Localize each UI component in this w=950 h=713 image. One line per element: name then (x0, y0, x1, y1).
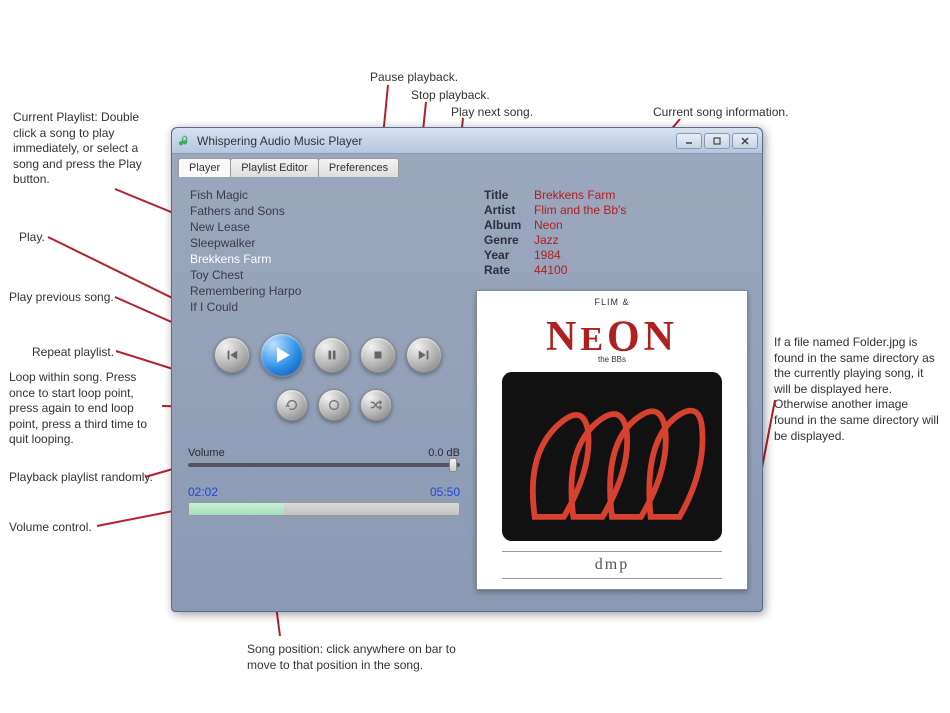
time-total: 05:50 (430, 485, 460, 499)
info-rate-label: Rate (484, 263, 524, 277)
info-album: Neon (534, 218, 563, 232)
album-brand-main: NEON (546, 313, 678, 361)
album-label-brand: dmp (595, 556, 629, 574)
volume-thumb[interactable] (449, 458, 457, 472)
annotation-pause: Pause playback. (370, 70, 458, 86)
playlist-item[interactable]: Fathers and Sons (190, 203, 458, 219)
info-year: 1984 (534, 248, 561, 262)
playlist-item[interactable]: New Lease (190, 219, 458, 235)
volume-slider[interactable] (188, 463, 460, 467)
previous-button[interactable] (214, 337, 250, 373)
annotation-random: Playback playlist randomly. (9, 470, 153, 486)
playlist-item[interactable]: Remembering Harpo (190, 283, 458, 299)
time-elapsed: 02:02 (188, 485, 218, 499)
playlist-item[interactable]: Sleepwalker (190, 235, 458, 251)
tab-bar: Player Playlist Editor Preferences (178, 158, 762, 177)
close-button[interactable] (732, 133, 758, 149)
app-window: Whispering Audio Music Player Player Pla… (171, 127, 763, 612)
info-genre-label: Genre (484, 233, 524, 247)
window-title: Whispering Audio Music Player (197, 134, 676, 148)
shuffle-button[interactable] (360, 389, 392, 421)
loop-button[interactable] (318, 389, 350, 421)
annotation-play: Play. (19, 230, 45, 246)
play-button[interactable] (260, 333, 304, 377)
annotation-current-song-info: Current song information. (653, 105, 788, 121)
annotation-next: Play next song. (451, 105, 533, 121)
song-info: Title Brekkens Farm Artist Flim and the Bb… (476, 183, 756, 282)
progress-bar[interactable] (188, 502, 460, 516)
volume-label: Volume (188, 447, 225, 459)
info-artist: Flim and the Bb's (534, 203, 626, 217)
titlebar[interactable]: Whispering Audio Music Player (172, 128, 762, 154)
annotation-loop: Loop within song. Press once to start lo… (9, 370, 164, 448)
album-brand-top: FLIM & (546, 297, 678, 307)
pause-button[interactable] (314, 337, 350, 373)
annotation-volume: Volume control. (9, 520, 92, 536)
annotation-current-playlist: Current Playlist: Double click a song to… (13, 110, 163, 188)
tab-player[interactable]: Player (178, 158, 231, 177)
info-title-label: Title (484, 188, 524, 202)
info-title: Brekkens Farm (534, 188, 615, 202)
info-artist-label: Artist (484, 203, 524, 217)
annotation-song-position: Song position: click anywhere on bar to … (247, 642, 477, 673)
annotation-repeat: Repeat playlist. (32, 345, 114, 361)
album-art: FLIM & NEON the BBs (476, 290, 748, 590)
info-album-label: Album (484, 218, 524, 232)
annotation-stop: Stop playback. (411, 88, 490, 104)
info-rate: 44100 (534, 263, 567, 277)
annotation-folder-image: If a file named Folder.jpg is found in t… (774, 335, 939, 444)
album-art-image (502, 372, 722, 541)
playlist-item-selected[interactable]: Brekkens Farm (190, 251, 458, 267)
info-year-label: Year (484, 248, 524, 262)
next-button[interactable] (406, 337, 442, 373)
tab-preferences[interactable]: Preferences (318, 158, 399, 177)
stop-button[interactable] (360, 337, 396, 373)
progress-fill (189, 503, 284, 515)
annotation-prev: Play previous song. (9, 290, 114, 306)
playlist-item[interactable]: Toy Chest (190, 267, 458, 283)
repeat-button[interactable] (276, 389, 308, 421)
tab-playlist-editor[interactable]: Playlist Editor (230, 158, 319, 177)
info-genre: Jazz (534, 233, 559, 247)
playlist-item[interactable]: Fish Magic (190, 187, 458, 203)
app-icon (178, 134, 192, 148)
minimize-button[interactable] (676, 133, 702, 149)
playlist[interactable]: Fish Magic Fathers and Sons New Lease Sl… (178, 183, 470, 313)
maximize-button[interactable] (704, 133, 730, 149)
